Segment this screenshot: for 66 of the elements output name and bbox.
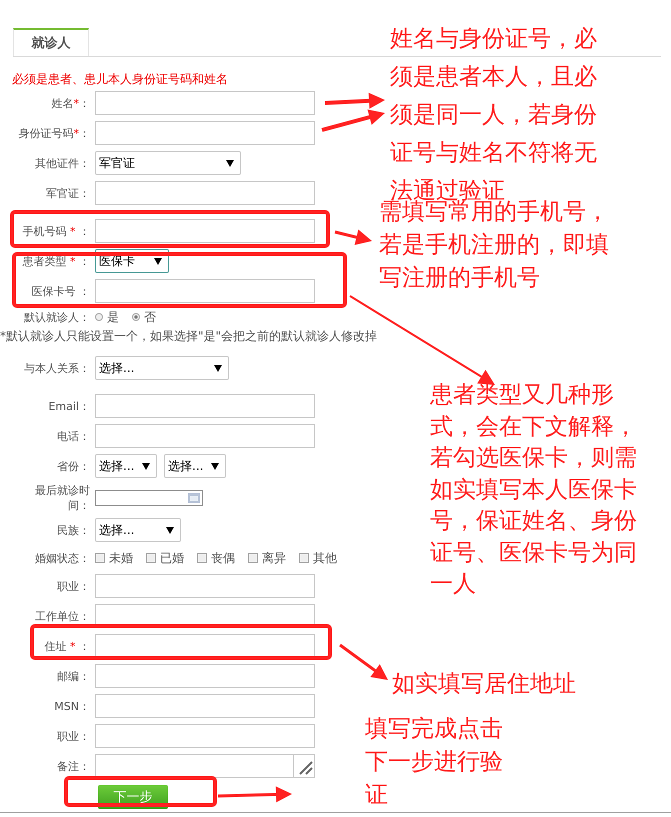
input-field[interactable] xyxy=(95,219,315,243)
field-label: Email： xyxy=(48,400,90,412)
select-field[interactable]: 军官证 xyxy=(95,151,241,175)
input-field[interactable] xyxy=(95,724,315,748)
tab[interactable]: 就诊人 xyxy=(13,28,89,56)
field-label: 婚姻状态： xyxy=(35,552,90,564)
notice-text: 必须是患者、患儿本人身份证号码和姓名 xyxy=(12,71,228,88)
input-field[interactable] xyxy=(95,91,315,115)
field-label: 与本人关系： xyxy=(24,362,90,374)
checkbox-option[interactable]: 其他 xyxy=(299,550,337,566)
field-label: 身份证号码*： xyxy=(18,126,90,140)
field-label: 患者类型 * ： xyxy=(22,254,90,268)
calendar-icon xyxy=(188,493,200,503)
field-label: 职业： xyxy=(57,730,90,742)
radio-option[interactable]: 否 xyxy=(132,308,156,326)
checkbox-option[interactable]: 离异 xyxy=(248,550,286,566)
input-field[interactable] xyxy=(95,664,315,688)
select-field[interactable]: 选择... xyxy=(95,518,181,542)
select-field[interactable]: 选择... xyxy=(95,454,157,478)
field-label: 军官证： xyxy=(46,186,90,200)
caret-icon xyxy=(211,462,219,470)
arrow xyxy=(321,109,385,132)
field-label: 手机号码 * ： xyxy=(22,224,90,238)
text-area[interactable] xyxy=(95,754,315,778)
annotation-text: 填写完成点击下一步进行验证 xyxy=(365,715,504,810)
date-field[interactable] xyxy=(95,490,203,506)
checkbox-option[interactable]: 已婚 xyxy=(146,550,184,566)
field-label: 默认就诊人： xyxy=(24,310,90,324)
caret-icon xyxy=(154,258,162,264)
caret-icon xyxy=(214,364,222,372)
input-field[interactable] xyxy=(95,694,315,718)
input-field[interactable] xyxy=(95,424,315,448)
field-label: 姓名*： xyxy=(52,96,90,110)
field-label: 医保卡号 ： xyxy=(32,284,90,298)
caret-icon xyxy=(226,160,234,166)
input-field[interactable] xyxy=(95,121,315,145)
input-field[interactable] xyxy=(95,181,315,205)
arrow xyxy=(324,92,385,109)
field-label: 邮编： xyxy=(57,670,90,682)
field-label: MSN： xyxy=(54,700,90,712)
input-field[interactable] xyxy=(95,574,315,598)
caret-icon xyxy=(166,526,174,534)
input-field[interactable] xyxy=(95,394,315,418)
field-label: 民族： xyxy=(57,524,90,536)
field-label: 省份： xyxy=(57,460,90,472)
select-field[interactable]: 选择... xyxy=(95,356,229,380)
hint-text: *默认就诊人只能设置一个，如果选择"是"会把之前的默认就诊人修改掉 xyxy=(0,328,378,345)
input-field[interactable] xyxy=(95,279,315,303)
field-label: 住址 * ： xyxy=(44,640,90,652)
field-label: 最后就诊时间： xyxy=(34,483,90,513)
arrow xyxy=(334,229,372,245)
resize-grip-icon xyxy=(293,755,314,777)
field-label: 电话： xyxy=(57,430,90,442)
arrow xyxy=(339,644,388,680)
annotation-text: 如实填写居住地址 xyxy=(392,670,577,699)
annotation-text: 患者类型又几种形式，会在下文解释，若勾选医保卡，则需如实填写本人医保卡号，保证姓名、身份证号、医保卡号为同一人 xyxy=(430,381,638,599)
input-field[interactable] xyxy=(95,634,315,658)
radio-option[interactable]: 是 xyxy=(95,308,119,326)
select-field[interactable]: 选择... xyxy=(164,454,226,478)
checkbox-option[interactable]: 未婚 xyxy=(95,550,133,566)
checkbox-option[interactable]: 丧偶 xyxy=(197,550,235,566)
field-label: 备注： xyxy=(57,760,90,772)
field-label: 工作单位： xyxy=(35,610,90,622)
field-label: 职业： xyxy=(57,580,90,592)
caret-icon xyxy=(142,462,150,470)
field-label: 其他证件： xyxy=(35,156,90,170)
